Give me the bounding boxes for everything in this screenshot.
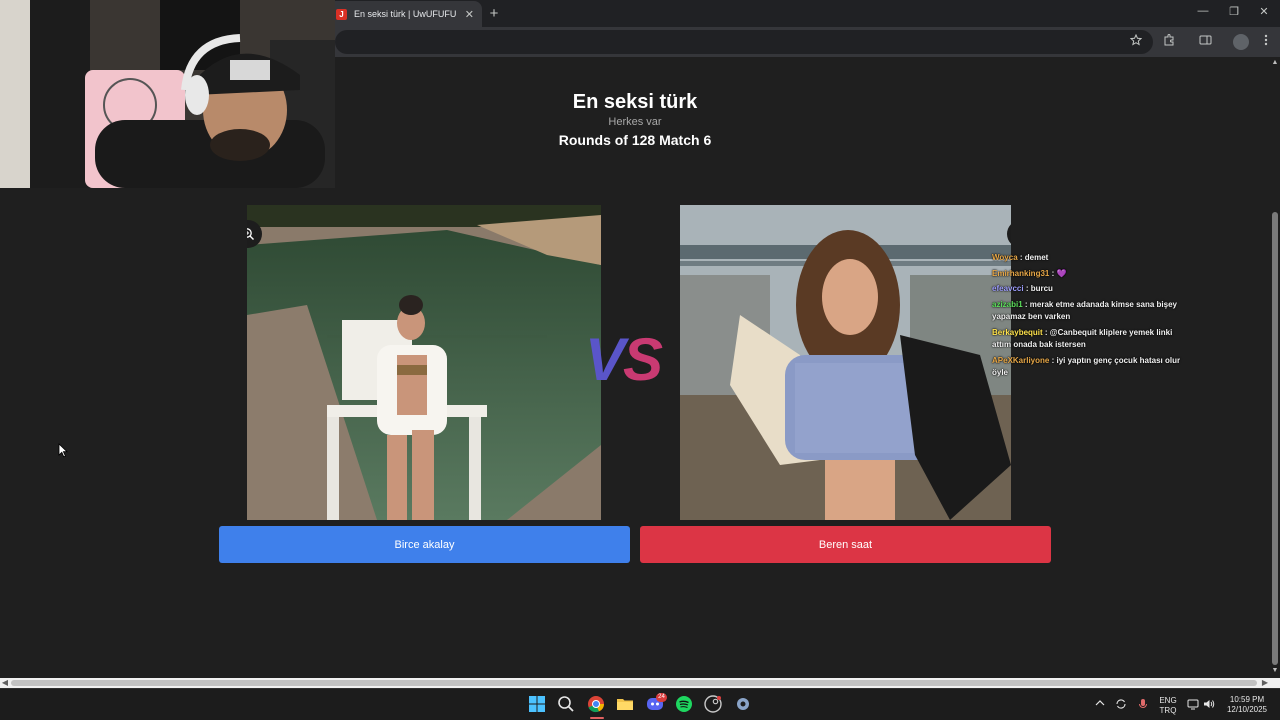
tab-title: En seksi türk | UwUFUFU <box>354 9 457 19</box>
candidate-image-left[interactable] <box>247 205 601 520</box>
versus-s: S <box>623 326 663 393</box>
steam-icon[interactable] <box>704 695 724 715</box>
window-close-button[interactable]: ✕ <box>1254 5 1274 18</box>
file-explorer-icon[interactable] <box>616 695 636 715</box>
chat-message: efeavcci : burcu <box>992 283 1192 296</box>
horizontal-scroll-thumb[interactable] <box>11 680 1257 686</box>
chat-message: Berkaybequit : @Canbequit kliplere yemek… <box>992 327 1192 352</box>
stream-chat-overlay: Woyca : demet Emirhanking31 : 💜 efeavcci :… <box>992 252 1192 383</box>
versus-v: V <box>585 326 625 393</box>
site-favicon-icon: J <box>336 8 347 20</box>
chat-username: APeXKarliyone <box>992 355 1050 365</box>
chat-text: : 💜 <box>1051 268 1067 278</box>
clock-date: 12/10/2025 <box>1226 705 1268 714</box>
chat-username: Woyca <box>992 253 1018 262</box>
profile-avatar-icon[interactable] <box>1232 33 1250 51</box>
language-code: ENG <box>1159 696 1177 705</box>
scroll-up-icon[interactable]: ▲ <box>1271 59 1279 66</box>
windows-taskbar: 24 ENG TRQ 10:59 PM 12/10/2025 <box>0 688 1280 720</box>
windows-start-icon[interactable] <box>528 695 548 715</box>
chat-message: azizabi1 : merak etme adanada kimse sana… <box>992 299 1192 324</box>
side-panel-icon[interactable] <box>1196 33 1214 51</box>
mouse-cursor-icon <box>58 443 68 463</box>
address-bar[interactable] <box>335 30 1153 54</box>
new-tab-button[interactable]: + <box>486 5 502 22</box>
clock[interactable]: 10:59 PM 12/10/2025 <box>1222 695 1272 715</box>
vertical-scroll-thumb[interactable] <box>1272 212 1278 665</box>
horizontal-scrollbar[interactable]: ◀ ▶ <box>0 678 1280 688</box>
discord-badge: 24 <box>656 693 667 702</box>
spotify-icon[interactable] <box>675 695 695 715</box>
chat-username: efeavcci <box>992 284 1024 293</box>
screen: J En seksi türk | UwUFUFU ✕ + — ❐ ✕ En s… <box>0 0 1280 720</box>
volume-icon[interactable] <box>1203 698 1215 713</box>
tray-overflow-chevron-icon[interactable] <box>1095 698 1105 710</box>
network-icon[interactable] <box>1187 698 1199 713</box>
chrome-icon[interactable] <box>587 695 607 719</box>
scroll-right-icon[interactable]: ▶ <box>1260 678 1270 688</box>
keyboard-layout: TRQ <box>1159 706 1177 715</box>
bookmark-star-icon[interactable] <box>1127 33 1145 51</box>
chat-message: APeXKarliyone : iyi yaptın genç çocuk ha… <box>992 355 1192 380</box>
chat-text: : demet <box>1019 253 1049 262</box>
search-icon[interactable] <box>557 695 577 715</box>
choose-left-button[interactable]: Birce akalay <box>219 526 630 563</box>
chat-message: Emirhanking31 : 💜 <box>992 268 1192 281</box>
clock-time: 10:59 PM <box>1229 695 1265 704</box>
scroll-left-icon[interactable]: ◀ <box>0 678 10 688</box>
chat-username: Emirhanking31 <box>992 268 1050 278</box>
chat-text: : burcu <box>1025 284 1053 293</box>
chat-username: azizabi1 <box>992 299 1023 309</box>
scroll-down-icon[interactable]: ▼ <box>1271 667 1279 674</box>
webcam-overlay <box>0 0 335 188</box>
candidate-image-right[interactable] <box>680 205 1011 520</box>
browser-tab[interactable]: J En seksi türk | UwUFUFU ✕ <box>328 1 482 27</box>
minimize-button[interactable]: — <box>1193 5 1213 17</box>
vertical-scrollbar[interactable]: ▲ ▼ <box>1270 57 1280 678</box>
choose-right-button[interactable]: Beren saat <box>640 526 1051 563</box>
tab-close-icon[interactable]: ✕ <box>465 8 474 21</box>
restore-button[interactable]: ❐ <box>1224 5 1244 18</box>
microphone-icon[interactable] <box>1138 698 1148 713</box>
extensions-icon[interactable] <box>1160 33 1178 51</box>
chat-username: Berkaybequit <box>992 327 1043 337</box>
browser-menu-icon[interactable] <box>1257 33 1275 51</box>
sync-icon[interactable] <box>1115 698 1127 713</box>
discord-icon[interactable]: 24 <box>646 693 667 715</box>
language-indicator[interactable]: ENG TRQ <box>1156 696 1180 716</box>
chat-message: Woyca : demet <box>992 252 1192 265</box>
settings-gear-icon[interactable] <box>734 695 754 715</box>
versus-label: VS <box>585 325 685 394</box>
